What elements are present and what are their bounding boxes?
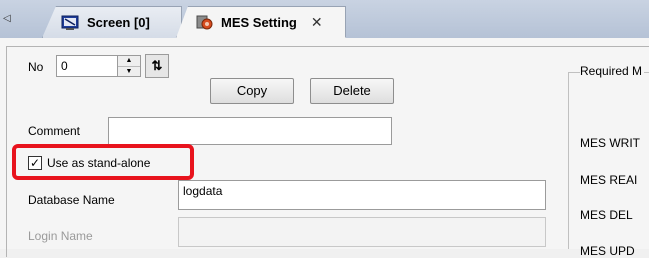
tab-screen-label: Screen [0] — [87, 15, 150, 30]
copy-button[interactable]: Copy — [210, 78, 294, 104]
tab-scroll-left-icon[interactable]: ◁ — [3, 12, 11, 26]
login-name-label: Login Name — [28, 229, 93, 243]
spin-up-icon[interactable]: ▲ — [118, 56, 140, 67]
no-input[interactable]: 0 — [56, 55, 118, 77]
tab-mes-setting[interactable]: MES Setting ✕ — [176, 6, 346, 38]
spin-down-icon[interactable]: ▼ — [118, 67, 140, 77]
tab-bar: ◁ Screen [0] MES Setting ✕ — [0, 0, 649, 39]
login-name-input[interactable] — [178, 217, 546, 247]
tab-screen[interactable]: Screen [0] — [42, 6, 182, 38]
mes-update-label: MES UPD — [580, 244, 635, 258]
close-icon[interactable]: ✕ — [311, 14, 323, 31]
mes-delete-label: MES DEL — [580, 208, 633, 222]
mes-write-label: MES WRIT — [580, 136, 640, 150]
database-name-label: Database Name — [28, 193, 115, 207]
required-group-title: Required M — [580, 64, 645, 78]
comment-label: Comment — [28, 124, 81, 138]
sort-icon[interactable]: ⇅ — [145, 54, 169, 78]
highlight-box — [12, 144, 194, 180]
no-label: No — [28, 60, 44, 74]
group-border-left — [568, 72, 569, 249]
comment-input[interactable] — [108, 117, 392, 145]
mes-read-label: MES REAI — [580, 173, 638, 187]
no-spinner[interactable]: ▲ ▼ — [117, 55, 141, 77]
mes-setting-icon — [196, 15, 213, 30]
tab-mes-setting-label: MES Setting — [221, 14, 297, 30]
database-name-input[interactable]: logdata — [178, 180, 546, 210]
screen-icon — [61, 15, 79, 30]
delete-button[interactable]: Delete — [310, 78, 394, 104]
